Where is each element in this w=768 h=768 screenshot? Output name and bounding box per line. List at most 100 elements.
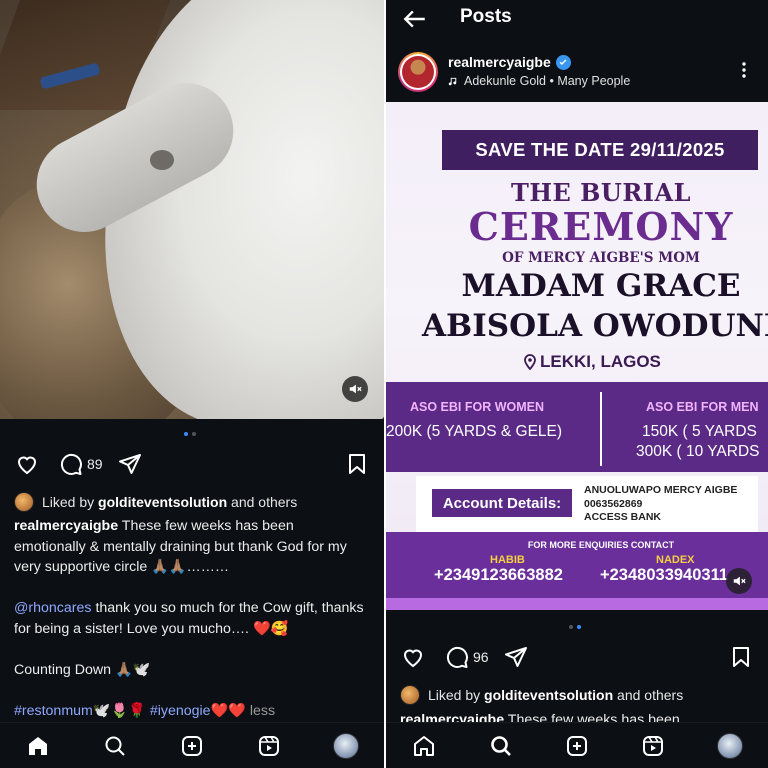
nav-home[interactable] xyxy=(25,733,51,759)
author-username[interactable]: realmercyaigbe xyxy=(448,54,551,70)
post-header: realmercyaigbe Adekunle Gold • Many Peop… xyxy=(398,52,758,92)
top-bar: Posts xyxy=(386,0,768,38)
flyer-name-line-1: MADAM GRACE xyxy=(461,268,741,304)
post-image-flyer[interactable]: SAVE THE DATE 29/11/2025 THE BURIAL CERE… xyxy=(386,102,768,610)
music-row[interactable]: Adekunle Gold • Many People xyxy=(448,74,630,88)
search-icon xyxy=(490,735,511,756)
like-button[interactable] xyxy=(14,451,40,477)
comment-icon xyxy=(446,646,468,668)
caption-text-3: Counting Down 🙏🏽🕊️ xyxy=(14,662,151,679)
nav-profile-avatar[interactable] xyxy=(332,732,359,759)
caption-mention[interactable]: @rhoncares xyxy=(14,600,92,616)
less-link[interactable]: less xyxy=(250,703,275,719)
comment-count: 96 xyxy=(473,649,489,665)
aso-divider xyxy=(600,392,602,466)
aso-men-value-2: 300K ( 10 YARDS xyxy=(636,443,760,460)
flyer-of-mom: OF MERCY AIGBE'S MOM xyxy=(502,250,700,266)
comment-button[interactable] xyxy=(58,451,84,477)
contact-heading: FOR MORE ENQUIRIES CONTACT xyxy=(527,540,675,550)
hashtag-restonmum[interactable]: #restonmum xyxy=(14,703,93,719)
flyer-ceremony: CEREMONY xyxy=(468,204,734,249)
nav-search[interactable] xyxy=(488,733,514,759)
reels-icon xyxy=(258,735,279,756)
share-button[interactable] xyxy=(503,644,529,670)
music-label: Adekunle Gold • Many People xyxy=(464,74,631,88)
carousel-dot-active xyxy=(577,625,581,629)
verified-badge-icon xyxy=(555,54,571,70)
flyer-location: LEKKI, LAGOS xyxy=(524,352,661,372)
nav-reels[interactable] xyxy=(256,733,282,759)
liked-by-suffix: and others xyxy=(617,687,684,703)
mute-button[interactable] xyxy=(342,376,368,402)
comment-icon xyxy=(60,453,82,475)
hashtag-iyenogie[interactable]: #iyenogie xyxy=(150,703,211,719)
send-icon xyxy=(504,647,527,667)
save-button[interactable] xyxy=(728,644,754,670)
heart-icon xyxy=(403,649,423,668)
liked-by-prefix: Liked by xyxy=(42,494,95,510)
contact-1-name: HABIB xyxy=(490,554,525,566)
nav-profile-avatar[interactable] xyxy=(716,732,743,759)
account-label: Account Details: xyxy=(432,489,572,517)
liked-by-row[interactable]: Liked by golditeventsolution and others xyxy=(400,685,683,705)
hashtag-emoji-1: 🕊️🌷🌹 xyxy=(92,703,146,720)
post-actions: 96 xyxy=(400,644,754,670)
post-photo-cow[interactable] xyxy=(0,0,384,419)
comment-button[interactable] xyxy=(444,644,470,670)
plus-square-icon xyxy=(566,735,587,756)
reels-icon xyxy=(643,735,664,756)
search-icon xyxy=(105,736,125,756)
liker-avatar xyxy=(400,685,420,705)
contact-2-number: +2348033940311 xyxy=(600,566,729,584)
hashtag-emoji-2: ❤️❤️ xyxy=(210,703,246,720)
comment-count: 89 xyxy=(87,456,103,472)
plus-square-icon xyxy=(181,735,202,756)
photo-cow-detail xyxy=(150,150,174,170)
liked-by-text: Liked by golditeventsolution and others xyxy=(428,687,683,703)
caption-paragraph-2: @rhoncares thank you so much for the Cow… xyxy=(14,598,368,639)
speaker-muted-icon xyxy=(349,384,362,394)
page-title: Posts xyxy=(460,6,512,27)
nav-reels[interactable] xyxy=(640,733,666,759)
caption-username[interactable]: realmercyaigbe xyxy=(14,518,118,534)
more-options-icon[interactable] xyxy=(734,60,754,80)
mute-button[interactable] xyxy=(726,568,752,594)
contact-2-name: NADEX xyxy=(656,554,695,566)
speaker-muted-icon xyxy=(733,576,746,586)
flyer-account-box: Account Details: ANUOLUWAPO MERCY AIGBE … xyxy=(416,476,758,532)
flyer-location-text: LEKKI, LAGOS xyxy=(540,352,661,371)
bottom-nav xyxy=(0,722,384,768)
liked-by-row[interactable]: Liked by golditeventsolution and others xyxy=(14,492,297,512)
post-actions: 89 xyxy=(14,451,370,477)
liked-by-prefix: Liked by xyxy=(428,687,481,703)
author-avatar[interactable] xyxy=(398,52,438,92)
aso-men-label: ASO EBI FOR MEN xyxy=(646,400,759,414)
send-icon xyxy=(118,454,141,474)
account-info: ANUOLUWAPO MERCY AIGBE 0063562869 ACCESS… xyxy=(584,484,737,525)
share-button[interactable] xyxy=(117,451,143,477)
flyer-aso-ebi-band: ASO EBI FOR WOMEN 200K (5 YARDS & GELE) … xyxy=(386,382,768,472)
nav-search[interactable] xyxy=(102,733,128,759)
flyer-burial: THE BURIAL xyxy=(510,178,692,207)
aso-women-value: 200K (5 YARDS & GELE) xyxy=(386,423,563,440)
bookmark-icon xyxy=(349,454,365,474)
nav-create[interactable] xyxy=(564,733,590,759)
caption-hashtags: #restonmum🕊️🌷🌹 #iyenogie❤️❤️ less xyxy=(14,701,368,722)
author-name-row[interactable]: realmercyaigbe xyxy=(448,54,571,70)
save-button[interactable] xyxy=(344,451,370,477)
heart-icon xyxy=(17,456,37,475)
nav-home[interactable] xyxy=(411,733,437,759)
music-note-icon xyxy=(448,77,457,85)
back-arrow-icon[interactable] xyxy=(402,6,428,32)
bookmark-icon xyxy=(733,647,749,667)
contact-1-number: +2349123663882 xyxy=(434,566,563,584)
nav-create[interactable] xyxy=(179,733,205,759)
aso-men-value-1: 150K ( 5 YARDS xyxy=(642,423,757,440)
left-post-panel: 89 Liked by golditeventsolution and othe… xyxy=(0,0,384,768)
bottom-nav xyxy=(386,722,768,768)
liked-by-user[interactable]: golditeventsolution xyxy=(98,494,227,510)
home-icon xyxy=(29,736,48,755)
liked-by-user[interactable]: golditeventsolution xyxy=(484,687,613,703)
carousel-dot-active xyxy=(184,432,188,436)
like-button[interactable] xyxy=(400,644,426,670)
